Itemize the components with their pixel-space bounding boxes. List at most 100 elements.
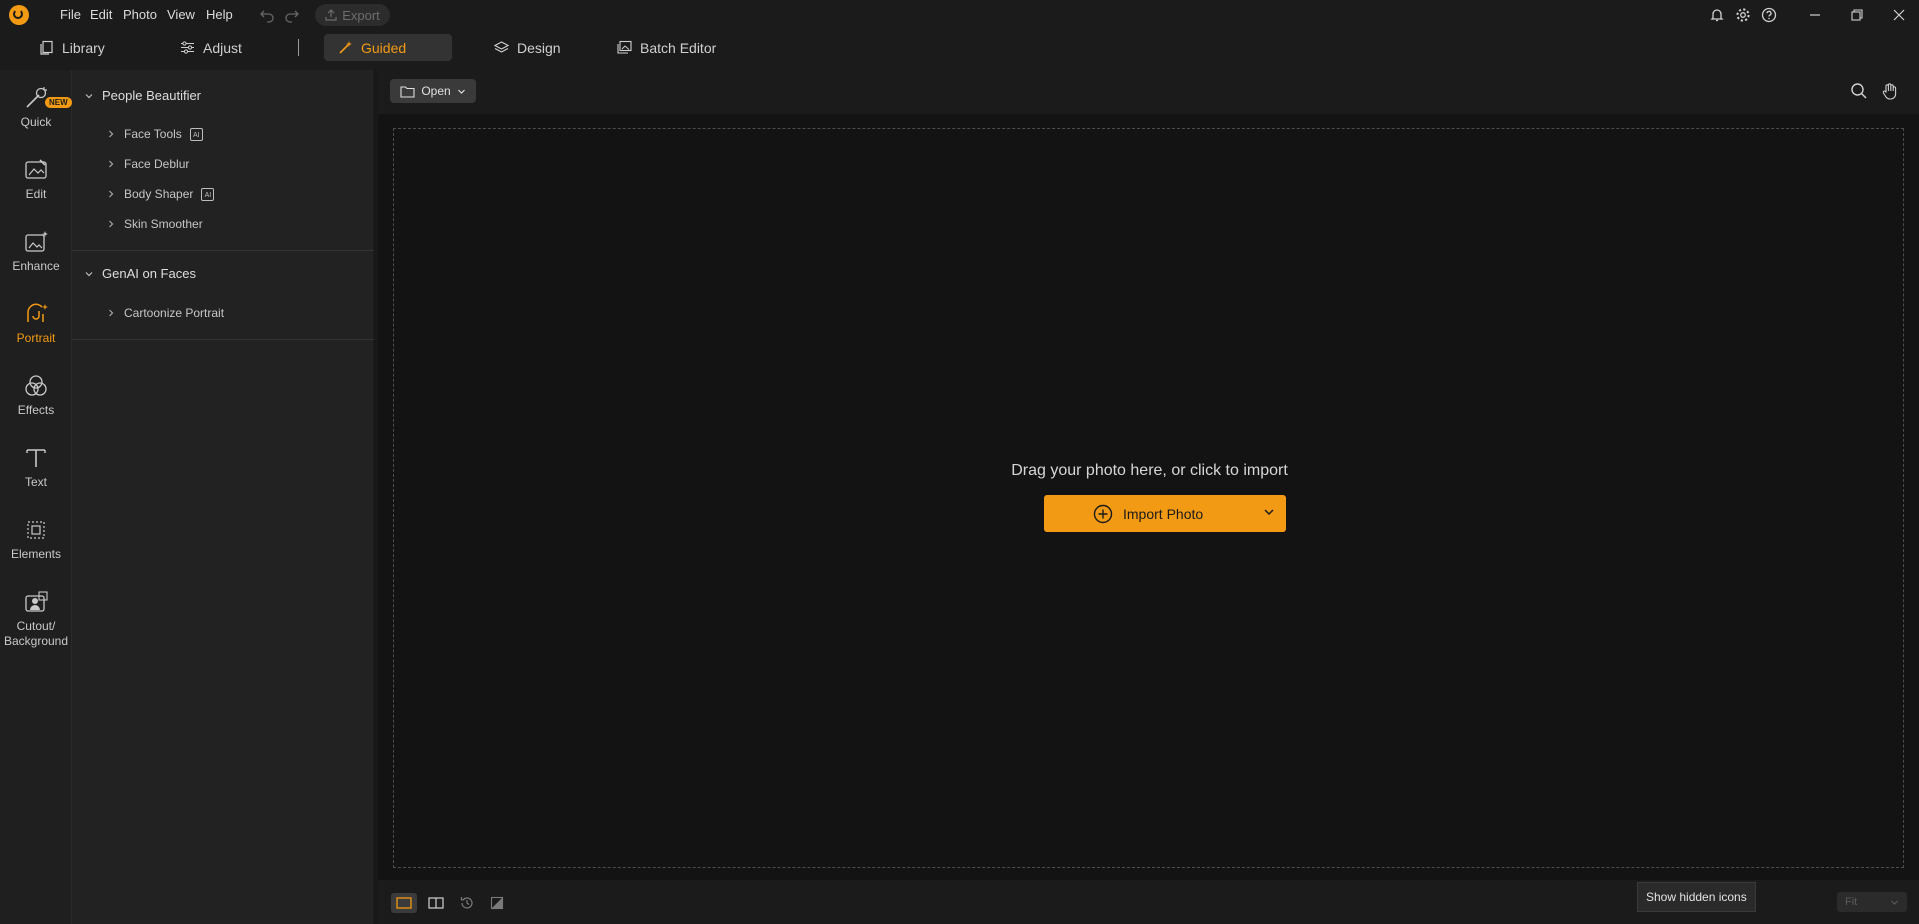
elements-icon xyxy=(23,517,49,543)
original-toggle-button[interactable] xyxy=(484,893,510,913)
tab-library-label: Library xyxy=(62,39,105,56)
text-icon xyxy=(23,445,49,471)
rail-background-label: Background xyxy=(3,634,69,648)
section-people-beautifier[interactable]: People Beautifier xyxy=(84,88,201,103)
title-bar: File Edit Photo View Help Export xyxy=(0,0,1919,29)
rail-enhance-label: Enhance xyxy=(12,259,60,273)
canvas-toolbar: Open xyxy=(378,70,1919,114)
close-icon[interactable] xyxy=(1891,7,1907,23)
section-divider xyxy=(72,250,374,251)
batch-icon xyxy=(617,40,632,54)
list-item-label: Skin Smoother xyxy=(124,217,203,231)
list-item-cartoonize-portrait[interactable]: Cartoonize Portrait xyxy=(106,306,224,320)
chevron-down-icon xyxy=(85,93,93,98)
drop-instruction: Drag your photo here, or click to import xyxy=(1011,462,1288,479)
rail-item-text[interactable]: Text xyxy=(0,445,72,489)
section-genai-on-faces[interactable]: GenAI on Faces xyxy=(84,266,196,281)
chevron-down-icon xyxy=(85,271,93,276)
rail-elements-label: Elements xyxy=(10,547,62,561)
rail-item-cutout[interactable]: Cutout/ Background xyxy=(0,589,72,649)
rail-item-quick[interactable]: Quick NEW xyxy=(0,85,72,129)
tab-library[interactable]: Library xyxy=(25,34,119,61)
list-item-face-deblur[interactable]: Face Deblur xyxy=(106,157,189,171)
help-icon[interactable] xyxy=(1761,7,1777,23)
rail-effects-label: Effects xyxy=(17,403,55,417)
open-label: Open xyxy=(421,84,451,98)
list-item-label: Body Shaper xyxy=(124,187,194,201)
list-item-label: Cartoonize Portrait xyxy=(124,306,225,320)
menu-help[interactable]: Help xyxy=(206,7,233,22)
plus-circle-icon xyxy=(1093,504,1113,523)
chevron-right-icon xyxy=(109,190,114,198)
app-logo-icon xyxy=(9,5,29,25)
chevron-down-icon xyxy=(1891,900,1898,905)
restore-window-icon[interactable] xyxy=(1849,7,1865,23)
rail-quick-label: Quick xyxy=(20,115,52,129)
quick-wand-icon xyxy=(23,85,49,111)
export-icon xyxy=(325,9,337,21)
hand-pan-icon[interactable] xyxy=(1881,82,1899,100)
settings-gear-icon[interactable] xyxy=(1735,7,1751,23)
ai-badge-icon: AI xyxy=(189,127,203,141)
menu-view[interactable]: View xyxy=(167,7,195,22)
tab-design[interactable]: Design xyxy=(480,34,575,61)
mode-bar: Library Adjust Guided Design Batch Edito… xyxy=(0,29,1919,70)
section-title: GenAI on Faces xyxy=(102,266,196,281)
minimize-icon[interactable] xyxy=(1807,7,1823,23)
magic-wand-icon xyxy=(339,41,352,54)
history-button[interactable] xyxy=(454,893,480,913)
rail-portrait-label: Portrait xyxy=(16,331,56,345)
chevron-right-icon xyxy=(109,309,114,317)
compare-view-button[interactable] xyxy=(423,893,449,913)
rail-cutout-label: Cutout/ xyxy=(16,619,56,633)
rail-item-elements[interactable]: Elements xyxy=(0,517,72,561)
redo-icon[interactable] xyxy=(284,7,300,23)
export-button[interactable]: Export xyxy=(315,4,390,26)
tab-guided[interactable]: Guided xyxy=(324,34,452,61)
library-icon xyxy=(40,40,53,55)
menu-photo[interactable]: Photo xyxy=(123,7,157,22)
section-title: People Beautifier xyxy=(102,88,202,103)
tab-design-label: Design xyxy=(517,39,561,56)
open-button[interactable]: Open xyxy=(390,79,476,103)
split-view-icon xyxy=(428,897,444,909)
sliders-icon xyxy=(181,41,194,54)
chevron-down-icon[interactable] xyxy=(1262,505,1276,519)
rail-text-label: Text xyxy=(24,475,47,489)
notification-bell-icon[interactable] xyxy=(1709,7,1725,23)
rail-item-edit[interactable]: Edit xyxy=(0,157,72,201)
canvas-area: Drag your photo here, or click to import… xyxy=(378,114,1919,880)
list-item-skin-smoother[interactable]: Skin Smoother xyxy=(106,217,203,231)
portrait-icon xyxy=(23,301,49,327)
rail-item-portrait[interactable]: Portrait xyxy=(0,301,72,345)
list-item-face-tools[interactable]: Face Tools AI xyxy=(106,127,203,141)
ai-badge-icon: AI xyxy=(201,187,215,201)
chevron-right-icon xyxy=(109,160,114,168)
undo-icon[interactable] xyxy=(259,7,275,23)
single-view-button[interactable] xyxy=(391,893,417,913)
list-item-body-shaper[interactable]: Body Shaper AI xyxy=(106,187,215,201)
tooltip: Show hidden icons xyxy=(1637,882,1756,912)
rail-edit-label: Edit xyxy=(25,187,47,201)
effects-icon xyxy=(23,373,49,399)
zoom-select-value: Fit xyxy=(1845,896,1858,908)
tab-adjust[interactable]: Adjust xyxy=(166,34,256,61)
tab-batch-editor-label: Batch Editor xyxy=(640,39,717,56)
rail-item-enhance[interactable]: Enhance xyxy=(0,229,72,273)
zoom-select[interactable]: Fit xyxy=(1837,892,1907,912)
rail-item-effects[interactable]: Effects xyxy=(0,373,72,417)
menu-file[interactable]: File xyxy=(60,7,81,22)
import-photo-label: Import Photo xyxy=(1123,505,1204,522)
export-label: Export xyxy=(342,7,380,23)
import-photo-button[interactable]: Import Photo xyxy=(1044,495,1286,532)
list-item-label: Face Deblur xyxy=(124,157,190,171)
enhance-image-icon xyxy=(23,229,49,255)
photo-dropzone[interactable]: Drag your photo here, or click to import… xyxy=(393,128,1904,868)
tab-batch-editor[interactable]: Batch Editor xyxy=(602,34,730,61)
search-icon[interactable] xyxy=(1850,82,1868,100)
chevron-right-icon xyxy=(109,130,114,138)
history-icon xyxy=(460,897,473,909)
menu-edit[interactable]: Edit xyxy=(90,7,112,22)
layers-icon xyxy=(494,41,509,53)
section-divider xyxy=(72,339,374,340)
